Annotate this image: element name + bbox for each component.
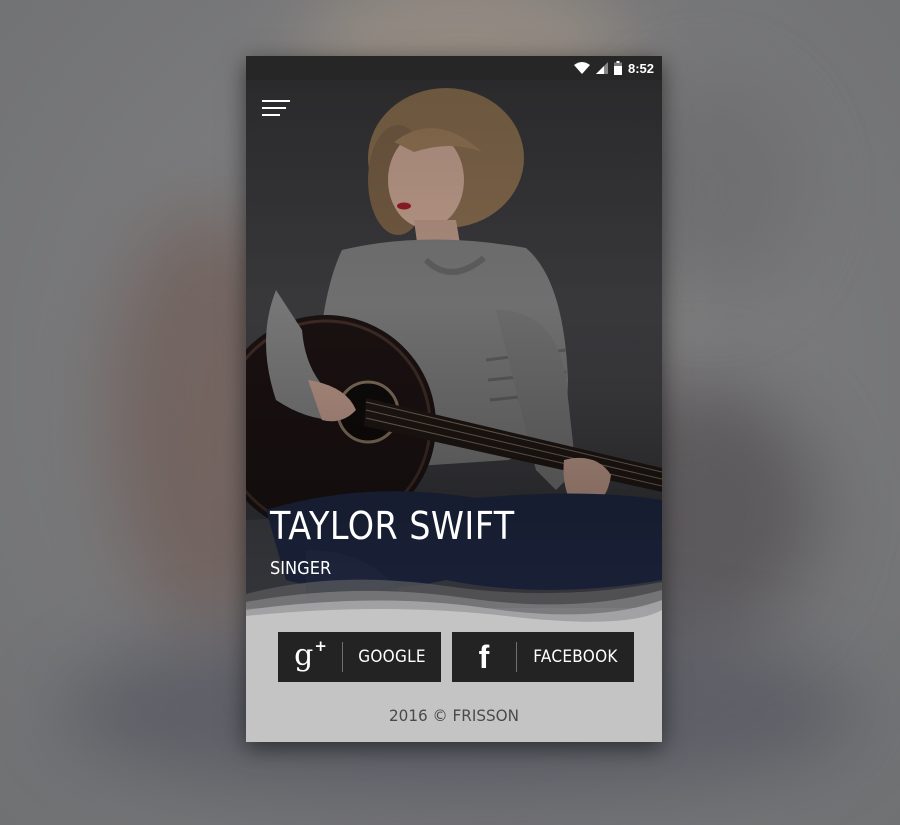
button-divider (516, 642, 517, 672)
footer-panel: g+ GOOGLE f FACEBOOK 2016 © FRISSON (246, 608, 662, 742)
cell-signal-icon (595, 62, 608, 74)
menu-button[interactable] (262, 98, 292, 122)
google-label: GOOGLE (358, 647, 426, 667)
profile-name: TAYLOR SWIFT (270, 504, 515, 548)
facebook-label: FACEBOOK (533, 647, 618, 667)
status-time: 8:52 (627, 60, 654, 76)
google-login-button[interactable]: g+ GOOGLE (278, 632, 441, 682)
status-bar: 8:52 (246, 56, 662, 80)
profile-role: SINGER (270, 558, 332, 579)
menu-icon (262, 100, 290, 102)
copyright-text: 2016 © FRISSON (389, 706, 519, 725)
battery-icon (613, 61, 622, 75)
phone-screen: 8:52 TAYLOR SWIFT SINGER g+ GOOGLE f FAC… (246, 56, 662, 742)
wifi-icon (573, 62, 590, 74)
facebook-icon: f (478, 639, 490, 675)
google-plus-icon: g+ (294, 637, 327, 673)
button-divider (342, 642, 343, 672)
facebook-login-button[interactable]: f FACEBOOK (452, 632, 634, 682)
